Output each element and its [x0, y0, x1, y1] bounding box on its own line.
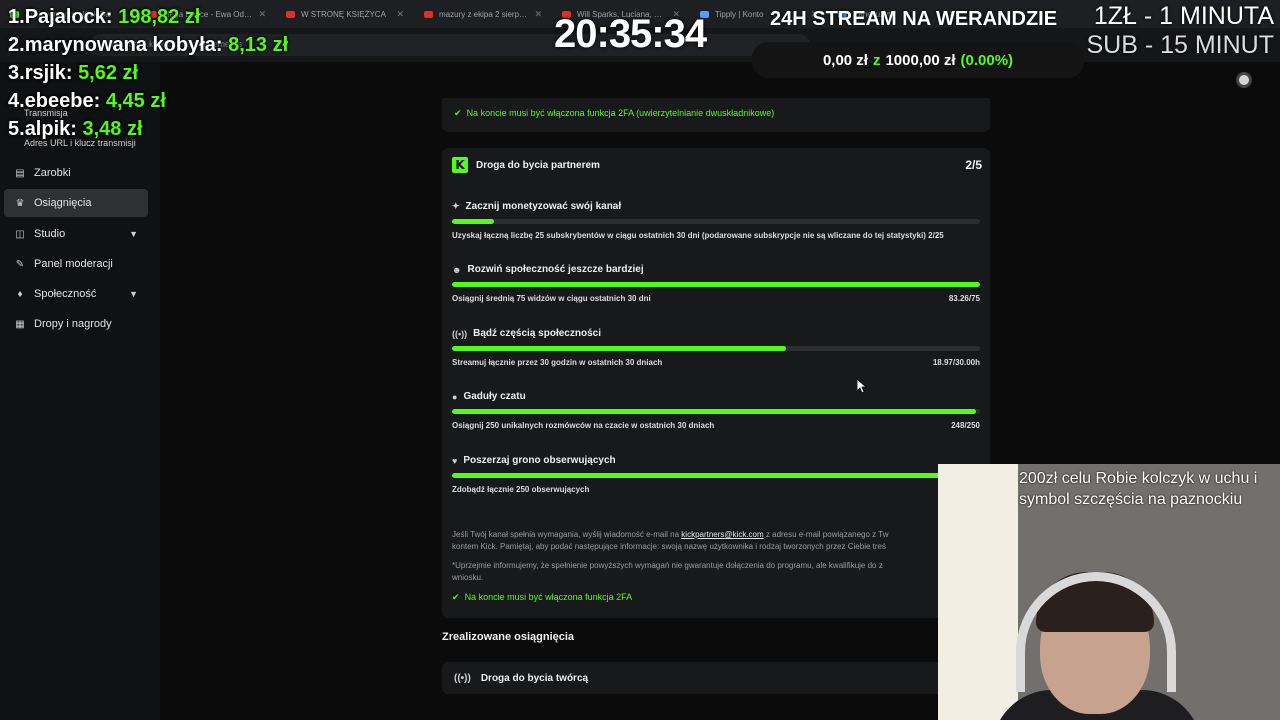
progress-fill: [452, 473, 980, 478]
completed-achievement-label: Droga do bycia twórcą: [480, 672, 589, 684]
sidebar-item-label: Społeczność: [34, 288, 97, 300]
donor-entry: 2.marynowana kobyła: 8,13 zł: [8, 34, 289, 56]
gift-icon: ▦: [15, 318, 25, 330]
task-value: 248/250: [951, 421, 980, 430]
chevron-down-icon[interactable]: ▼: [129, 289, 138, 299]
sidebar-item-panel-moderacji[interactable]: ✎ Panel moderacji: [4, 250, 148, 278]
check-icon: ✔: [454, 108, 462, 118]
check-icon: ✔: [452, 592, 460, 602]
requirement-2fa-notice: ✔ Na koncie musi być włączona funkcja 2F…: [442, 98, 990, 132]
broadcast-icon: ((•)): [452, 328, 468, 339]
task-description: Uzyskaj łączną liczbę 25 subskrybentów w…: [452, 231, 944, 240]
trophy-icon: ♛: [15, 197, 25, 209]
task-title: Zacznij monetyzować swój kanał: [465, 201, 622, 212]
mouse-cursor-icon: [857, 379, 867, 393]
profile-avatar-icon[interactable]: [1236, 72, 1252, 88]
partner-path-card: K Droga do bycia partnerem 2/5 ✦ Zacznij …: [442, 148, 990, 618]
community-icon: ♦: [17, 288, 23, 300]
people-icon: ☻: [452, 264, 462, 275]
subathon-promo: 1ZŁ - 1 MINUTA SUB - 15 MINUT: [1086, 2, 1274, 60]
progress-fill: [452, 346, 786, 351]
heart-icon: ♥: [452, 455, 458, 466]
sidebar: Transmisja Adres URL i klucz transmisji …: [0, 62, 160, 720]
task-title: Poszerzaj grono obserwujących: [463, 455, 616, 466]
task-value: 83.26/75: [948, 294, 980, 303]
card-header: K Droga do bycia partnerem 2/5: [452, 156, 982, 174]
sidebar-item-label: Studio: [34, 228, 66, 240]
requirement-2fa: ✔ Na koncie musi być włączona funkcja 2F…: [452, 592, 633, 602]
wrench-icon: ✎: [15, 258, 25, 270]
notice-text: Na koncie musi być włączona funkcja 2FA …: [466, 108, 775, 118]
wallet-icon: ▤: [15, 167, 25, 179]
progress-bar: [452, 346, 980, 351]
sidebar-item-osiagniecia[interactable]: ♛ Osiągnięcia: [4, 189, 148, 217]
browser-tab[interactable]: mazury z ekipa 2 sierpnia ✕: [414, 0, 552, 28]
task-description: Streamuj łącznie przez 30 godzin w ostat…: [452, 358, 663, 367]
sidebar-item-label: Zarobki: [34, 167, 71, 179]
sidebar-item-spolecznosc[interactable]: ♦ Społeczność ▼: [4, 280, 148, 308]
progress-bar: [452, 473, 980, 478]
task-title: Bądź częścią społeczności: [473, 328, 601, 339]
broadcast-icon: ((•)): [454, 672, 471, 684]
task-description: Zdobądź łącznie 250 obserwujących: [452, 485, 590, 494]
studio-icon: ◫: [15, 228, 25, 240]
close-icon[interactable]: ✕: [396, 9, 404, 20]
goal-separator: z: [872, 51, 881, 69]
progress-fill: [452, 409, 976, 414]
card-title: Droga do bycia partnerem: [476, 159, 600, 171]
sidebar-item-dropy[interactable]: ▦ Dropy i nagrody: [4, 310, 148, 338]
achievement-count: 2/5: [965, 158, 982, 172]
webcam-goal-note: 200zł celu Robie kolczyk w uchu i symbol…: [1019, 470, 1258, 508]
sidebar-item-studio[interactable]: ◫ Studio ▼: [4, 220, 148, 248]
promo-line: SUB - 15 MINUT: [1086, 31, 1274, 59]
achievement-task: ☻ Rozwiń społeczność jeszcze bardziej Osi…: [452, 264, 980, 320]
completed-achievement-item[interactable]: ((•)) Droga do bycia twórcą: [442, 662, 990, 694]
partner-info-text: Jeśli Twój kanał spełnia wymagania, wyśl…: [452, 530, 889, 551]
progress-fill: [452, 282, 980, 287]
kick-logo-icon: K: [452, 157, 468, 173]
progress-bar: [452, 409, 980, 414]
stream-clock: 20:35:34: [554, 12, 707, 56]
goal-target: 1000,00 zł: [885, 51, 956, 69]
close-icon[interactable]: ✕: [258, 9, 266, 20]
chat-icon: ●: [452, 391, 458, 402]
browser-tab[interactable]: W STRONĘ KSIĘŻYCA ✕: [276, 0, 414, 28]
sparkle-icon: ✦: [452, 201, 460, 211]
goal-current: 0,00 zł: [822, 51, 868, 69]
youtube-favicon-icon: [286, 10, 295, 18]
achievement-task: ✦ Zacznij monetyzować swój kanał Uzyskaj …: [452, 201, 980, 257]
donor-entry: 4.ebeebe: 4,45 zł: [8, 90, 166, 112]
stream-title-overlay: 24H STREAM NA WERANDZIE: [770, 8, 1058, 30]
sidebar-item-label: Osiągnięcia: [34, 197, 92, 209]
partner-disclaimer: *Uprzejmie informujemy, że spełnienie po…: [452, 561, 883, 582]
achievement-task: ((•)) Bądź częścią społeczności Streamuj …: [452, 328, 980, 384]
progress-bar: [452, 219, 980, 224]
achievement-task: ♥ Poszerzaj grono obserwujących Zdobądź ł…: [452, 455, 980, 511]
task-title: Rozwiń społeczność jeszcze bardziej: [467, 264, 644, 275]
goal-percent: (0.00%): [960, 51, 1014, 69]
task-description: Osiągnij 250 unikalnych rozmówców na cza…: [452, 421, 715, 430]
webcam-curtain: [938, 464, 1018, 720]
achievement-task: ● Gaduły czatu Osiągnij 250 unikalnych ro…: [452, 391, 980, 447]
sidebar-item-zarobki[interactable]: ▤ Zarobki: [4, 159, 148, 187]
donor-entry: 3.rsjik: 5,62 zł: [8, 62, 139, 84]
chevron-down-icon[interactable]: ▼: [129, 229, 138, 239]
promo-line: 1ZŁ - 1 MINUTA: [1093, 2, 1274, 30]
task-description: Osiągnij średnią 75 widzów w ciągu ostat…: [452, 294, 651, 303]
progress-fill: [452, 219, 495, 224]
partner-email-link[interactable]: kickpartners@kick.com: [681, 530, 763, 539]
donor-entry: 5.alpik: 3,48 zł: [8, 118, 143, 140]
task-value: 18.97/30.00h: [932, 358, 980, 367]
sidebar-item-label: Dropy i nagrody: [34, 318, 112, 330]
sidebar-item-label: Panel moderacji: [34, 258, 113, 270]
youtube-favicon-icon: [424, 10, 433, 18]
task-title: Gaduły czatu: [463, 391, 526, 402]
close-icon[interactable]: ✕: [534, 9, 542, 20]
screen: Achievements - Kick Da ✕ Mega Dance - Ewa…: [0, 0, 1280, 720]
donor-entry: 1.Pajalock: 198,82 zł: [8, 6, 201, 28]
progress-bar: [452, 282, 980, 287]
completed-section-title: Zrealizowane osiągnięcia: [442, 631, 575, 643]
donation-goal: 0,00 zł z 1000,00 zł (0.00%): [752, 42, 1084, 78]
